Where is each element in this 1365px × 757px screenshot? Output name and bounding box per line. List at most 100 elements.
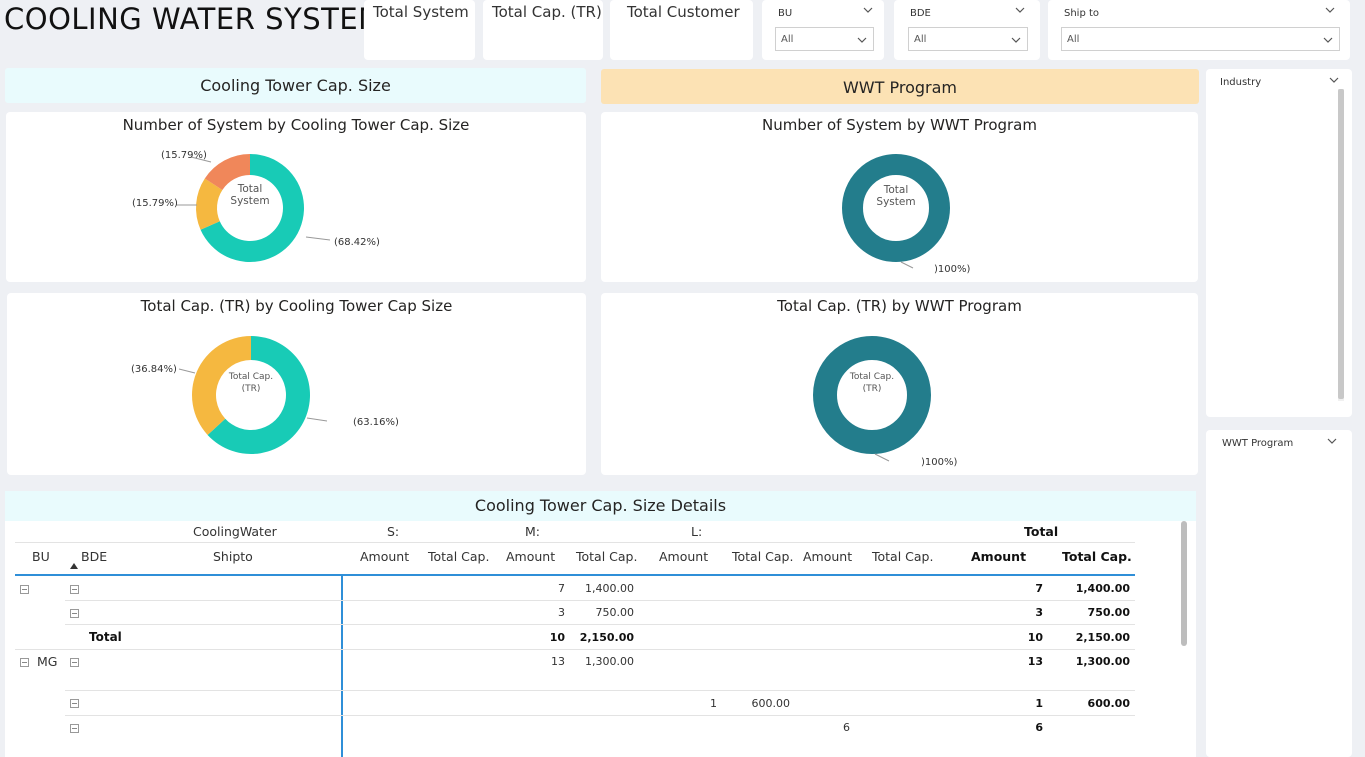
details-matrix: Cooling Tower Cap. Size Details CoolingW…	[5, 491, 1196, 757]
bde-dropdown[interactable]: All	[908, 27, 1028, 51]
col-header-total-cap[interactable]: Total Cap.	[428, 549, 489, 564]
matrix-title: Cooling Tower Cap. Size Details	[474, 496, 727, 515]
cell-amount: 6	[843, 721, 850, 734]
cell-total-cap: 750.00	[1087, 606, 1130, 619]
slicer-label: BU	[778, 8, 793, 19]
col-header-total-cap[interactable]: Total Cap.	[576, 549, 637, 564]
chevron-down-icon[interactable]	[1014, 4, 1026, 16]
chevron-down-icon[interactable]	[1324, 4, 1336, 16]
cell-total-cap: 2,150.00	[1075, 631, 1130, 644]
slicer-label: Ship to	[1064, 8, 1100, 19]
sort-ascending-icon[interactable]	[70, 563, 78, 569]
wwt-program-slicer[interactable]: WWT Program	[1206, 430, 1352, 757]
expand-collapse-icon[interactable]	[70, 585, 79, 594]
col-header-total-total-cap[interactable]: Total Cap.	[1062, 549, 1132, 564]
col-group-m: M:	[525, 524, 540, 539]
chart-card-cap-by-wwt: Total Cap. (TR) by WWT Program )100%) Tot…	[601, 293, 1198, 475]
expand-collapse-icon[interactable]	[70, 609, 79, 618]
center-label: (TR)	[242, 384, 261, 394]
chevron-down-icon	[857, 37, 867, 43]
col-header-total-cap[interactable]: Total Cap.	[872, 549, 933, 564]
scrollbar[interactable]	[1181, 521, 1187, 646]
chevron-down-icon[interactable]	[1326, 435, 1338, 447]
col-header-amount[interactable]: Amount	[360, 549, 409, 564]
center-label: Total	[883, 184, 909, 196]
section-header-wwt: WWT Program	[601, 69, 1199, 104]
leader-line	[874, 453, 890, 462]
cell-m-amount: 7	[558, 582, 565, 595]
expand-collapse-icon[interactable]	[70, 699, 79, 708]
cell-total-cap: 600.00	[1087, 697, 1130, 710]
center-label: Total Cap.	[228, 372, 273, 382]
col-header-amount[interactable]: Amount	[803, 549, 852, 564]
chevron-down-icon	[1011, 37, 1021, 43]
data-label: )100%)	[921, 457, 957, 468]
shipto-slicer[interactable]: Ship to All	[1048, 0, 1350, 60]
cell-total-amount: 6	[1035, 721, 1043, 734]
col-group-total: Total	[1024, 524, 1059, 539]
expand-collapse-icon[interactable]	[20, 585, 29, 594]
col-header-amount[interactable]: Amount	[506, 549, 555, 564]
chevron-down-icon[interactable]	[862, 4, 874, 16]
chevron-down-icon[interactable]	[1328, 74, 1340, 86]
leader-line	[178, 368, 196, 374]
col-header-bde[interactable]: BDE	[81, 549, 107, 564]
cell-m-amount: 10	[549, 631, 565, 644]
kpi-label: Total Cap. (TR)	[492, 3, 602, 21]
chart-card-cap-by-size: Total Cap. (TR) by Cooling Tower Cap Siz…	[7, 293, 586, 475]
expand-collapse-icon[interactable]	[20, 658, 29, 667]
kpi-total-cap: Total Cap. (TR)	[483, 0, 603, 60]
chevron-down-icon	[1323, 37, 1333, 43]
cell-m-amount: 13	[551, 655, 565, 668]
leader-line	[306, 417, 328, 422]
slicer-label: WWT Program	[1222, 438, 1294, 449]
section-header-cooling-tower: Cooling Tower Cap. Size	[5, 68, 586, 103]
cell-m-cap: 750.00	[595, 606, 635, 619]
col-group-l: L:	[691, 524, 703, 539]
bu-value: MG	[37, 654, 58, 669]
bu-dropdown[interactable]: All	[775, 27, 874, 51]
center-label: (TR)	[863, 384, 882, 394]
col-header-amount[interactable]: Amount	[659, 549, 708, 564]
col-header-total-cap[interactable]: Total Cap.	[732, 549, 793, 564]
divider	[15, 649, 1135, 650]
expand-collapse-icon[interactable]	[70, 658, 79, 667]
scrollbar[interactable]	[1338, 89, 1344, 401]
cell-total-amount: 7	[1035, 582, 1043, 595]
cell-total-amount: 10	[1027, 631, 1043, 644]
leader-line	[900, 261, 914, 269]
cell-l-cap: 600.00	[751, 697, 791, 710]
cell-m-cap: 2,150.00	[579, 631, 634, 644]
bu-slicer[interactable]: BU All	[762, 0, 884, 60]
subtotal-label: Total	[89, 630, 122, 644]
col-group-s: S:	[387, 524, 400, 539]
cell-total-amount: 13	[1027, 655, 1043, 668]
donut-slice[interactable]	[813, 336, 931, 454]
slicer-label: BDE	[910, 8, 931, 19]
frozen-divider	[341, 576, 343, 757]
leader-line	[305, 236, 331, 241]
divider	[15, 542, 1135, 543]
cell-m-amount: 3	[558, 606, 565, 619]
bde-slicer[interactable]: BDE All	[894, 0, 1040, 60]
section-title: Cooling Tower Cap. Size	[200, 76, 391, 95]
shipto-dropdown[interactable]: All	[1061, 27, 1340, 51]
col-header-shipto[interactable]: Shipto	[213, 549, 253, 564]
divider	[65, 600, 1135, 601]
dropdown-value: All	[781, 34, 794, 45]
donut-chart: )100%) TotalSystem	[842, 154, 970, 275]
kpi-total-system: Total System	[364, 0, 475, 60]
expand-collapse-icon[interactable]	[70, 724, 79, 733]
donut-slice[interactable]	[842, 154, 950, 262]
donut-chart: )100%) Total Cap. (TR)	[813, 336, 957, 468]
cell-m-cap: 1,400.00	[585, 582, 634, 595]
row-group-header: CoolingWater	[193, 524, 277, 539]
col-header-bu[interactable]: BU	[32, 549, 50, 564]
center-label: System	[876, 196, 915, 208]
col-header-total-amount[interactable]: Amount	[971, 549, 1026, 564]
cell-total-cap: 1,300.00	[1075, 655, 1130, 668]
divider	[65, 624, 1135, 625]
industry-slicer[interactable]: Industry	[1206, 69, 1352, 417]
divider	[65, 715, 1135, 716]
matrix-header-band: Cooling Tower Cap. Size Details	[5, 491, 1196, 521]
